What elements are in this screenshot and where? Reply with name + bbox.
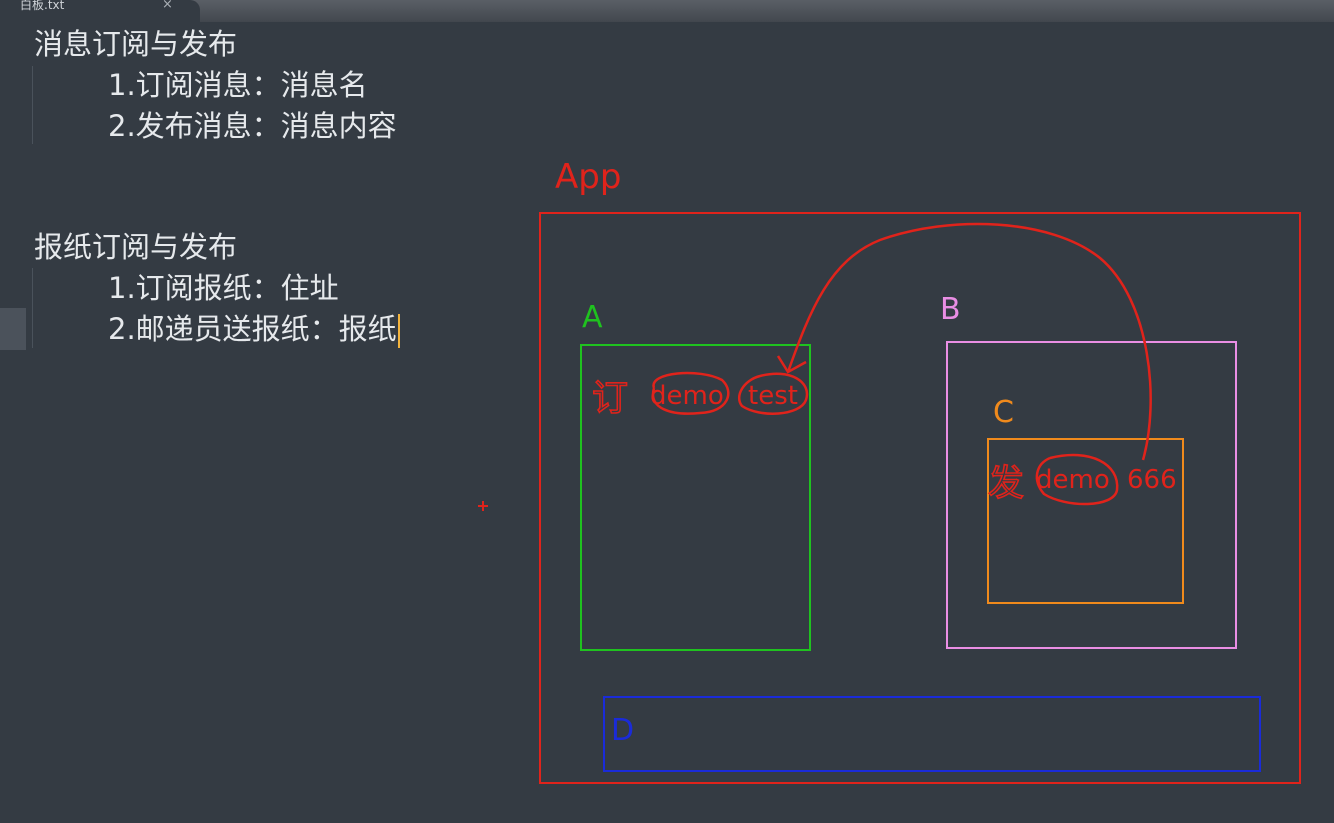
a-subscribe-note: 订: [592, 378, 628, 419]
box-d-label: D: [611, 713, 634, 748]
box-d: [603, 696, 1261, 772]
app-label: App: [555, 157, 621, 197]
box-a-label: A: [582, 300, 603, 335]
box-c-label: C: [993, 395, 1014, 430]
whiteboard-drawing: App A B C D 订 demo test 发 demo 666: [478, 157, 1301, 784]
c-demo-text: demo: [1036, 465, 1110, 495]
pointer-crosshair-icon: [478, 501, 488, 511]
c-value-text: 666: [1127, 465, 1177, 495]
box-b-label: B: [940, 292, 961, 327]
a-test-text: test: [748, 381, 798, 411]
c-publish-note: 发: [988, 463, 1024, 504]
